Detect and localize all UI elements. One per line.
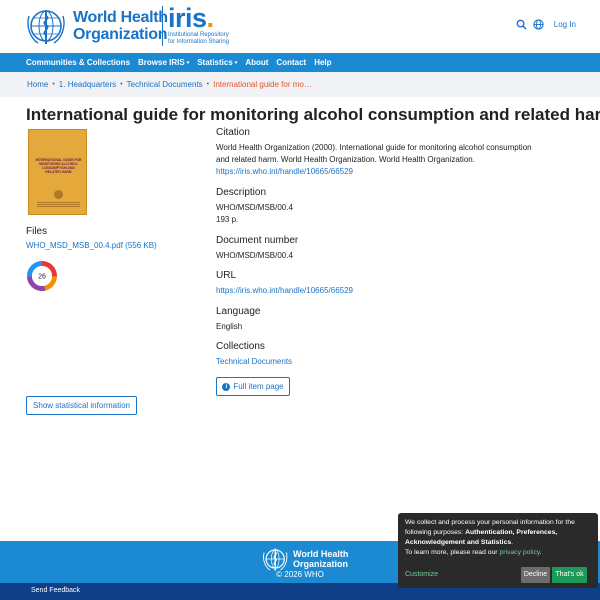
nav-about-label: About xyxy=(245,58,269,67)
footer-wordmark: World Health Organization xyxy=(293,549,348,569)
breadcrumb-separator: • xyxy=(206,81,210,88)
collections-section: Collections Technical Documents xyxy=(216,341,546,368)
nav-about[interactable]: About xyxy=(245,58,268,67)
nav-contact-label: Contact xyxy=(276,58,307,67)
citation-text: World Health Organization (2000). Intern… xyxy=(216,143,532,164)
nav-communities[interactable]: Communities & Collections xyxy=(26,58,130,67)
site-header: World Health Organization iris. Institut… xyxy=(0,0,600,53)
customize-link[interactable]: Customize xyxy=(405,570,438,580)
chevron-down-icon: ▾ xyxy=(186,59,190,66)
who-logo[interactable]: World Health Organization xyxy=(26,6,168,46)
cookie-consent-banner: We collect and process your personal inf… xyxy=(398,513,598,588)
search-icon[interactable] xyxy=(516,19,527,30)
nav-communities-label: Communities & Collections xyxy=(26,58,131,67)
globe-icon[interactable] xyxy=(533,19,544,30)
nav-statistics[interactable]: Statistics ▾ xyxy=(197,58,237,67)
url-heading: URL xyxy=(216,270,237,281)
description-section: Description WHO/MSD/MSB/00.4 193 p. xyxy=(216,187,546,226)
nav-browse-label: Browse IRIS xyxy=(138,58,185,67)
url-section: URL https://iris.who.int/handle/10665/66… xyxy=(216,270,546,297)
citation-heading: Citation xyxy=(216,127,250,138)
document-number-section: Document number WHO/MSD/MSB/00.4 xyxy=(216,235,546,262)
nav-browse[interactable]: Browse IRIS ▾ xyxy=(138,58,189,67)
cookie-message: We collect and process your personal inf… xyxy=(405,518,591,548)
chevron-down-icon: ▾ xyxy=(234,59,238,66)
collections-heading: Collections xyxy=(216,341,265,352)
nav-help[interactable]: Help xyxy=(314,58,331,67)
full-item-page-button[interactable]: i Full item page xyxy=(216,377,290,396)
privacy-policy-link[interactable]: privacy policy xyxy=(499,549,539,556)
iris-word: iris xyxy=(168,3,207,33)
cookie-period: . xyxy=(511,539,514,546)
who-wordmark: World Health Organization xyxy=(73,9,168,43)
breadcrumb-separator: • xyxy=(52,81,55,88)
breadcrumb-home[interactable]: Home xyxy=(27,80,48,89)
header-tools: Log In xyxy=(516,19,576,30)
iris-subtitle-line2: for Information Sharing xyxy=(168,39,230,45)
breadcrumb: Home • 1. Headquarters • Technical Docum… xyxy=(0,72,600,97)
altmetric-score: 26 xyxy=(38,274,46,281)
logo-divider xyxy=(162,6,163,46)
language-value: English xyxy=(216,322,243,331)
nav-help-label: Help xyxy=(314,58,332,67)
who-wordmark-line2: Organization xyxy=(73,26,168,43)
accept-button[interactable]: That's ok xyxy=(552,567,587,583)
footer-wordmark-line2: Organization xyxy=(293,559,349,569)
breadcrumb-current: International guide for mo… xyxy=(213,80,312,89)
thumbnail-footer-lines xyxy=(37,202,80,208)
breadcrumb-technical-documents[interactable]: Technical Documents xyxy=(127,80,203,89)
page-title: International guide for monitoring alcoh… xyxy=(26,105,600,124)
cookie-learn-more: To learn more, please read our privacy p… xyxy=(405,548,591,558)
full-item-page-label: Full item page xyxy=(233,382,284,391)
files-heading: Files xyxy=(26,226,48,237)
iris-wordmark: iris. xyxy=(168,4,229,32)
citation-link[interactable]: https://iris.who.int/handle/10665/66529 xyxy=(216,166,546,178)
iris-dot: . xyxy=(206,3,215,33)
breadcrumb-headquarters[interactable]: 1. Headquarters xyxy=(59,80,116,89)
cookie-actions: Customize Decline That's ok xyxy=(405,566,591,583)
altmetric-donut-icon[interactable]: 26 xyxy=(26,260,58,292)
iris-logo[interactable]: iris. Institutional Repository for Infor… xyxy=(168,4,229,46)
collections-link[interactable]: Technical Documents xyxy=(216,356,546,368)
language-heading: Language xyxy=(216,306,261,317)
who-emblem-icon xyxy=(263,548,288,571)
description-line2: 193 p. xyxy=(216,215,239,224)
login-link[interactable]: Log In xyxy=(554,20,576,29)
thumbnail-cover-title: INTERNATIONAL GUIDE FOR MONITORING ALCOH… xyxy=(35,158,82,174)
language-section: Language English xyxy=(216,306,546,333)
url-link[interactable]: https://iris.who.int/handle/10665/66529 xyxy=(216,285,546,297)
breadcrumb-separator: • xyxy=(120,81,123,88)
who-emblem-icon xyxy=(27,10,65,44)
nav-contact[interactable]: Contact xyxy=(276,58,306,67)
iris-subtitle-line1: Institutional Repository xyxy=(168,32,229,38)
document-number-heading: Document number xyxy=(216,235,299,246)
main-nav: Communities & Collections Browse IRIS ▾ S… xyxy=(0,53,600,72)
send-feedback-link[interactable]: Send Feedback xyxy=(31,587,80,594)
decline-button[interactable]: Decline xyxy=(521,567,550,583)
cookie-learn-more-text: To learn more, please read our xyxy=(405,549,500,556)
thumbnail-emblem-icon xyxy=(54,190,63,199)
description-line1: WHO/MSD/MSB/00.4 xyxy=(216,203,293,212)
show-statistics-button[interactable]: Show statistical information xyxy=(26,396,137,415)
citation-section: Citation World Health Organization (2000… xyxy=(216,127,546,178)
who-wordmark-line1: World Health xyxy=(73,9,168,26)
footer-wordmark-line1: World Health xyxy=(293,549,349,559)
footer-who-logo[interactable]: World Health Organization xyxy=(262,546,348,572)
document-number-value: WHO/MSD/MSB/00.4 xyxy=(216,251,293,260)
document-thumbnail[interactable]: INTERNATIONAL GUIDE FOR MONITORING ALCOH… xyxy=(28,129,87,215)
nav-statistics-label: Statistics xyxy=(197,58,233,67)
description-heading: Description xyxy=(216,187,267,198)
file-download-link[interactable]: WHO_MSD_MSB_00.4.pdf (556 KB) xyxy=(26,241,157,250)
cookie-end: . xyxy=(539,549,542,556)
info-icon: i xyxy=(222,382,231,391)
